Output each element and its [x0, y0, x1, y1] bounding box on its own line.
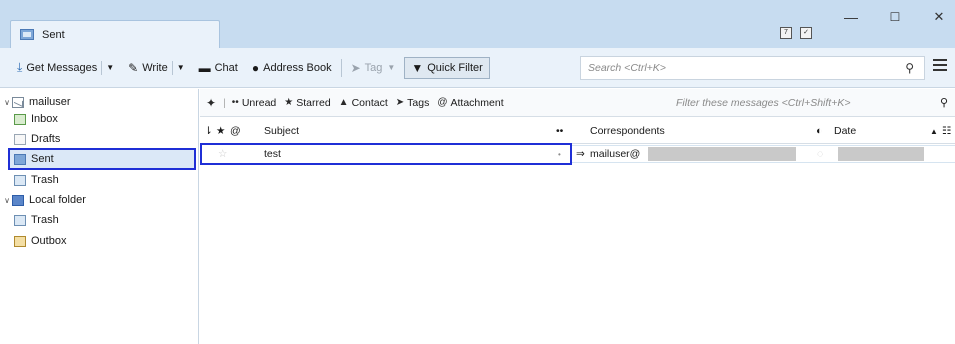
attachment-label: Attachment	[450, 96, 504, 109]
contact-label: Contact	[351, 96, 388, 109]
column-date[interactable]: Date	[834, 118, 856, 144]
chevron-down-icon[interactable]: ∨	[2, 98, 12, 107]
folder-label: Inbox	[31, 113, 58, 125]
filter-unread-button[interactable]: •• Unread	[232, 97, 276, 109]
column-subject[interactable]: Subject	[264, 118, 299, 144]
folder-label: mailuser	[29, 96, 71, 108]
quick-filter-button[interactable]: ▼ Quick Filter	[404, 56, 490, 79]
calendar-icon[interactable]: 7	[780, 27, 792, 39]
paperclip-icon: @	[437, 97, 448, 108]
chat-bubble-icon: ▬	[198, 60, 211, 75]
tag-icon: ➤	[350, 60, 361, 75]
search-icon[interactable]: ⚲	[940, 96, 948, 109]
column-picker-icon[interactable]: ☷	[942, 118, 951, 144]
tag-label: Tag	[364, 61, 383, 74]
message-subject: test	[264, 148, 281, 160]
folder-local-trash[interactable]: Trash	[14, 211, 59, 229]
maximize-button[interactable]: ☐	[880, 6, 910, 28]
search-placeholder: Search <Ctrl+K>	[588, 62, 666, 74]
folder-inbox[interactable]: Inbox	[14, 110, 58, 128]
get-messages-button[interactable]: ⤓ Get Messages ▼	[14, 57, 117, 79]
download-icon: ⤓	[17, 60, 23, 74]
unread-dots-icon: ••	[231, 97, 239, 108]
title-bar: Sent 7 ✓ — ☐ ✕	[0, 0, 955, 48]
write-button[interactable]: ✎ Write ▼	[125, 57, 187, 79]
address-book-label: Address Book	[263, 61, 332, 74]
folder-trash[interactable]: Trash	[14, 171, 59, 189]
contact-icon: ▲	[338, 97, 349, 108]
folder-label: Sent	[31, 153, 54, 165]
folder-account-mailuser[interactable]: ∨ mailuser	[2, 93, 71, 111]
read-status-icon[interactable]: •	[558, 145, 561, 163]
pin-icon[interactable]: ✦	[206, 96, 219, 110]
filter-icon: ▼	[411, 60, 424, 75]
drafts-icon	[14, 133, 26, 145]
search-input[interactable]: Search <Ctrl+K> ⚲	[580, 56, 925, 80]
trash-icon	[14, 214, 26, 226]
unread-label: Unread	[241, 96, 277, 109]
column-correspondents[interactable]: Correspondents	[590, 118, 665, 144]
folder-label: Outbox	[31, 235, 67, 247]
folder-pane: ∨ mailuser Inbox Drafts Sent Trash ∨ Loc…	[0, 89, 199, 344]
filter-contact-button[interactable]: ▲ Contact	[339, 97, 388, 109]
folder-label: Trash	[31, 214, 59, 226]
attachment-column-icon[interactable]: @	[230, 118, 241, 144]
computer-icon	[12, 194, 24, 206]
sent-folder-icon	[14, 153, 26, 165]
star-icon: ★	[284, 97, 294, 108]
minimize-button[interactable]: —	[836, 6, 866, 28]
message-list-header: ⇂ ★ @ Subject •• Correspondents ◐ Date ▲…	[200, 118, 955, 144]
chevron-down-icon[interactable]: ∨	[2, 196, 12, 205]
filter-messages-input[interactable]: Filter these messages <Ctrl+Shift+K>	[668, 92, 918, 114]
tags-label: Tags	[407, 96, 430, 109]
inbox-icon	[14, 113, 26, 125]
star-column-icon[interactable]: ★	[216, 118, 225, 144]
read-column-icon[interactable]: ••	[556, 118, 563, 144]
chat-button[interactable]: ▬ Chat	[196, 57, 241, 79]
tab-label: Sent	[42, 28, 65, 41]
filter-tags-button[interactable]: ➤ Tags	[396, 97, 430, 109]
folder-sent[interactable]: Sent	[10, 150, 196, 168]
quick-filter-label: Quick Filter	[427, 61, 483, 74]
row-divider	[572, 145, 955, 163]
search-icon[interactable]: ⚲	[905, 61, 914, 75]
filter-placeholder: Filter these messages <Ctrl+Shift+K>	[676, 97, 851, 109]
mail-account-icon	[12, 96, 24, 108]
junk-column-icon[interactable]: ◐	[816, 118, 822, 144]
tag-button[interactable]: ➤ Tag ▼	[348, 57, 399, 79]
trash-icon	[14, 174, 26, 186]
quick-filter-bar: ✦ | •• Unread ★ Starred ▲ Contact ➤ Tags…	[200, 89, 955, 117]
chat-label: Chat	[214, 61, 238, 74]
folder-label: Drafts	[31, 133, 61, 145]
star-icon[interactable]: ☆	[218, 145, 227, 163]
filter-starred-button[interactable]: ★ Starred	[284, 97, 330, 109]
chevron-down-icon[interactable]: ▼	[101, 60, 114, 75]
app-menu-button[interactable]	[933, 59, 947, 74]
main-toolbar: ⤓ Get Messages ▼ ✎ Write ▼ ▬ Chat ● Addr…	[0, 48, 955, 88]
sent-folder-icon	[20, 29, 34, 40]
chevron-down-icon: ▼	[387, 63, 396, 72]
folder-label: Trash	[31, 174, 59, 186]
close-button[interactable]: ✕	[924, 6, 954, 28]
folder-drafts[interactable]: Drafts	[14, 130, 60, 148]
chevron-down-icon[interactable]: ▼	[171, 60, 185, 75]
outbox-icon	[14, 235, 26, 247]
address-book-button[interactable]: ● Address Book	[249, 57, 335, 79]
thread-column-icon[interactable]: ⇂	[204, 118, 213, 144]
write-label: Write	[142, 61, 168, 74]
toolbar-separator	[340, 58, 342, 77]
filter-attachment-button[interactable]: @ Attachment	[437, 97, 503, 109]
get-messages-label: Get Messages	[26, 61, 98, 74]
sort-ascending-icon: ▲	[930, 126, 938, 136]
tag-icon: ➤	[395, 97, 405, 108]
folder-label: Local folder	[29, 194, 86, 206]
tasks-icon[interactable]: ✓	[800, 27, 812, 39]
folder-outbox[interactable]: Outbox	[14, 232, 66, 250]
starred-label: Starred	[296, 96, 331, 109]
folder-account-local[interactable]: ∨ Local folder	[2, 191, 86, 209]
tab-sent[interactable]: Sent	[10, 20, 220, 48]
pencil-icon: ✎	[128, 60, 139, 75]
contact-icon: ●	[251, 60, 260, 75]
